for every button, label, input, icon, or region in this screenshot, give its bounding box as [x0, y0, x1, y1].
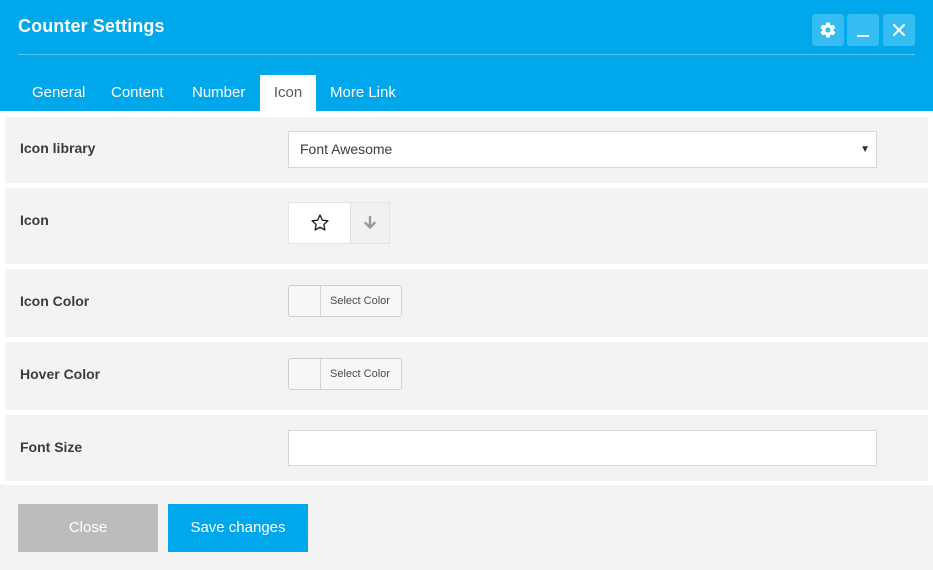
icon-label: Icon: [20, 212, 49, 228]
icon-library-row: Icon library Font Awesome ▼: [5, 117, 928, 183]
dialog-header: Counter Settings General Content Number …: [0, 0, 933, 111]
tab-icon[interactable]: Icon: [260, 75, 316, 111]
minimize-icon: [857, 35, 869, 37]
tab-number[interactable]: Number: [178, 75, 259, 111]
gear-icon: [820, 22, 836, 38]
minimize-button[interactable]: [847, 14, 879, 46]
header-divider: [18, 54, 915, 55]
icon-preview[interactable]: [289, 203, 350, 243]
hover-color-picker[interactable]: Select Color: [288, 358, 402, 390]
hover-color-row: Hover Color Select Color: [5, 342, 928, 410]
tab-more-link[interactable]: More Link: [316, 75, 410, 111]
icon-color-label: Icon Color: [20, 293, 90, 309]
icon-library-label: Icon library: [20, 140, 96, 156]
close-window-button[interactable]: [883, 14, 915, 46]
hover-color-swatch: [289, 359, 321, 389]
select-color-label: Select Color: [330, 295, 390, 307]
hover-color-label: Hover Color: [20, 366, 101, 382]
icon-row: Icon: [5, 188, 928, 264]
icon-library-select[interactable]: Font Awesome ▼: [288, 131, 877, 168]
caret-down-icon: ▼: [860, 144, 870, 155]
icon-picker-toggle[interactable]: [350, 203, 389, 243]
star-outline-icon: [310, 214, 329, 231]
tab-general[interactable]: General: [18, 75, 99, 111]
save-changes-button[interactable]: Save changes: [168, 504, 308, 552]
font-size-row: Font Size: [5, 415, 928, 481]
icon-library-value: Font Awesome: [300, 141, 393, 157]
select-color-label: Select Color: [330, 368, 390, 380]
settings-button[interactable]: [812, 14, 844, 46]
font-size-input[interactable]: [288, 430, 877, 466]
icon-picker: [288, 202, 390, 244]
tab-content[interactable]: Content: [97, 75, 178, 111]
close-button[interactable]: Close: [18, 504, 158, 552]
close-icon: [893, 24, 905, 36]
icon-color-row: Icon Color Select Color: [5, 269, 928, 337]
arrow-down-icon: [364, 216, 376, 229]
icon-color-swatch: [289, 286, 321, 316]
icon-color-picker[interactable]: Select Color: [288, 285, 402, 317]
dialog-title: Counter Settings: [18, 16, 165, 36]
font-size-label: Font Size: [20, 439, 83, 455]
dialog-footer: Close Save changes: [0, 485, 933, 570]
